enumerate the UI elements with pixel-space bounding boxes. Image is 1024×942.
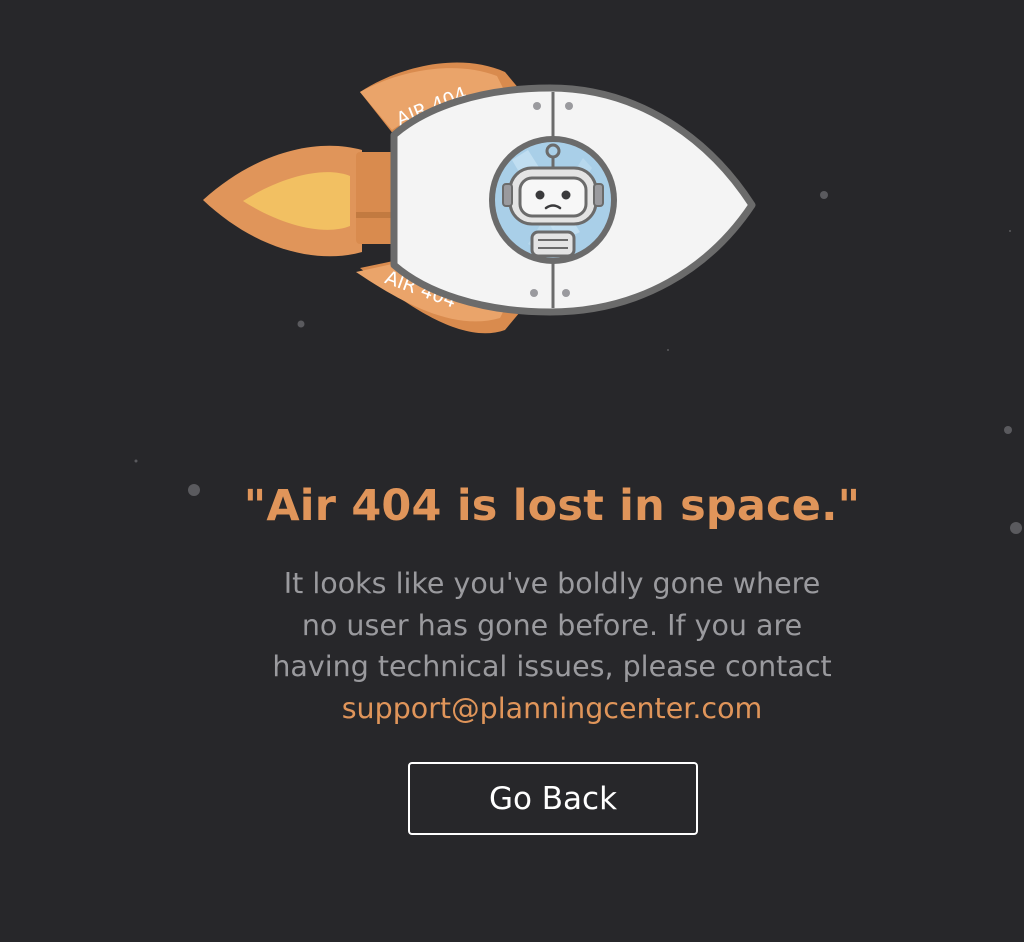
error-headline: "Air 404 is lost in space." xyxy=(243,481,861,531)
robot-icon xyxy=(489,136,617,264)
support-email-link[interactable]: support@planningcenter.com xyxy=(232,688,872,730)
rocket-illustration: AIR 404 AIR 404 xyxy=(203,62,756,334)
star xyxy=(1009,230,1011,232)
go-back-button[interactable]: Go Back xyxy=(408,762,698,835)
star xyxy=(820,191,828,199)
error-description: It looks like you've boldly gone where n… xyxy=(232,563,872,729)
description-line: having technical issues, please contact xyxy=(272,650,832,683)
description-line: It looks like you've boldly gone where xyxy=(283,567,821,600)
flame-icon xyxy=(203,145,362,257)
star xyxy=(1010,522,1022,534)
star xyxy=(1004,426,1012,434)
description-line: no user has gone before. If you are xyxy=(301,608,803,642)
star xyxy=(134,459,138,463)
